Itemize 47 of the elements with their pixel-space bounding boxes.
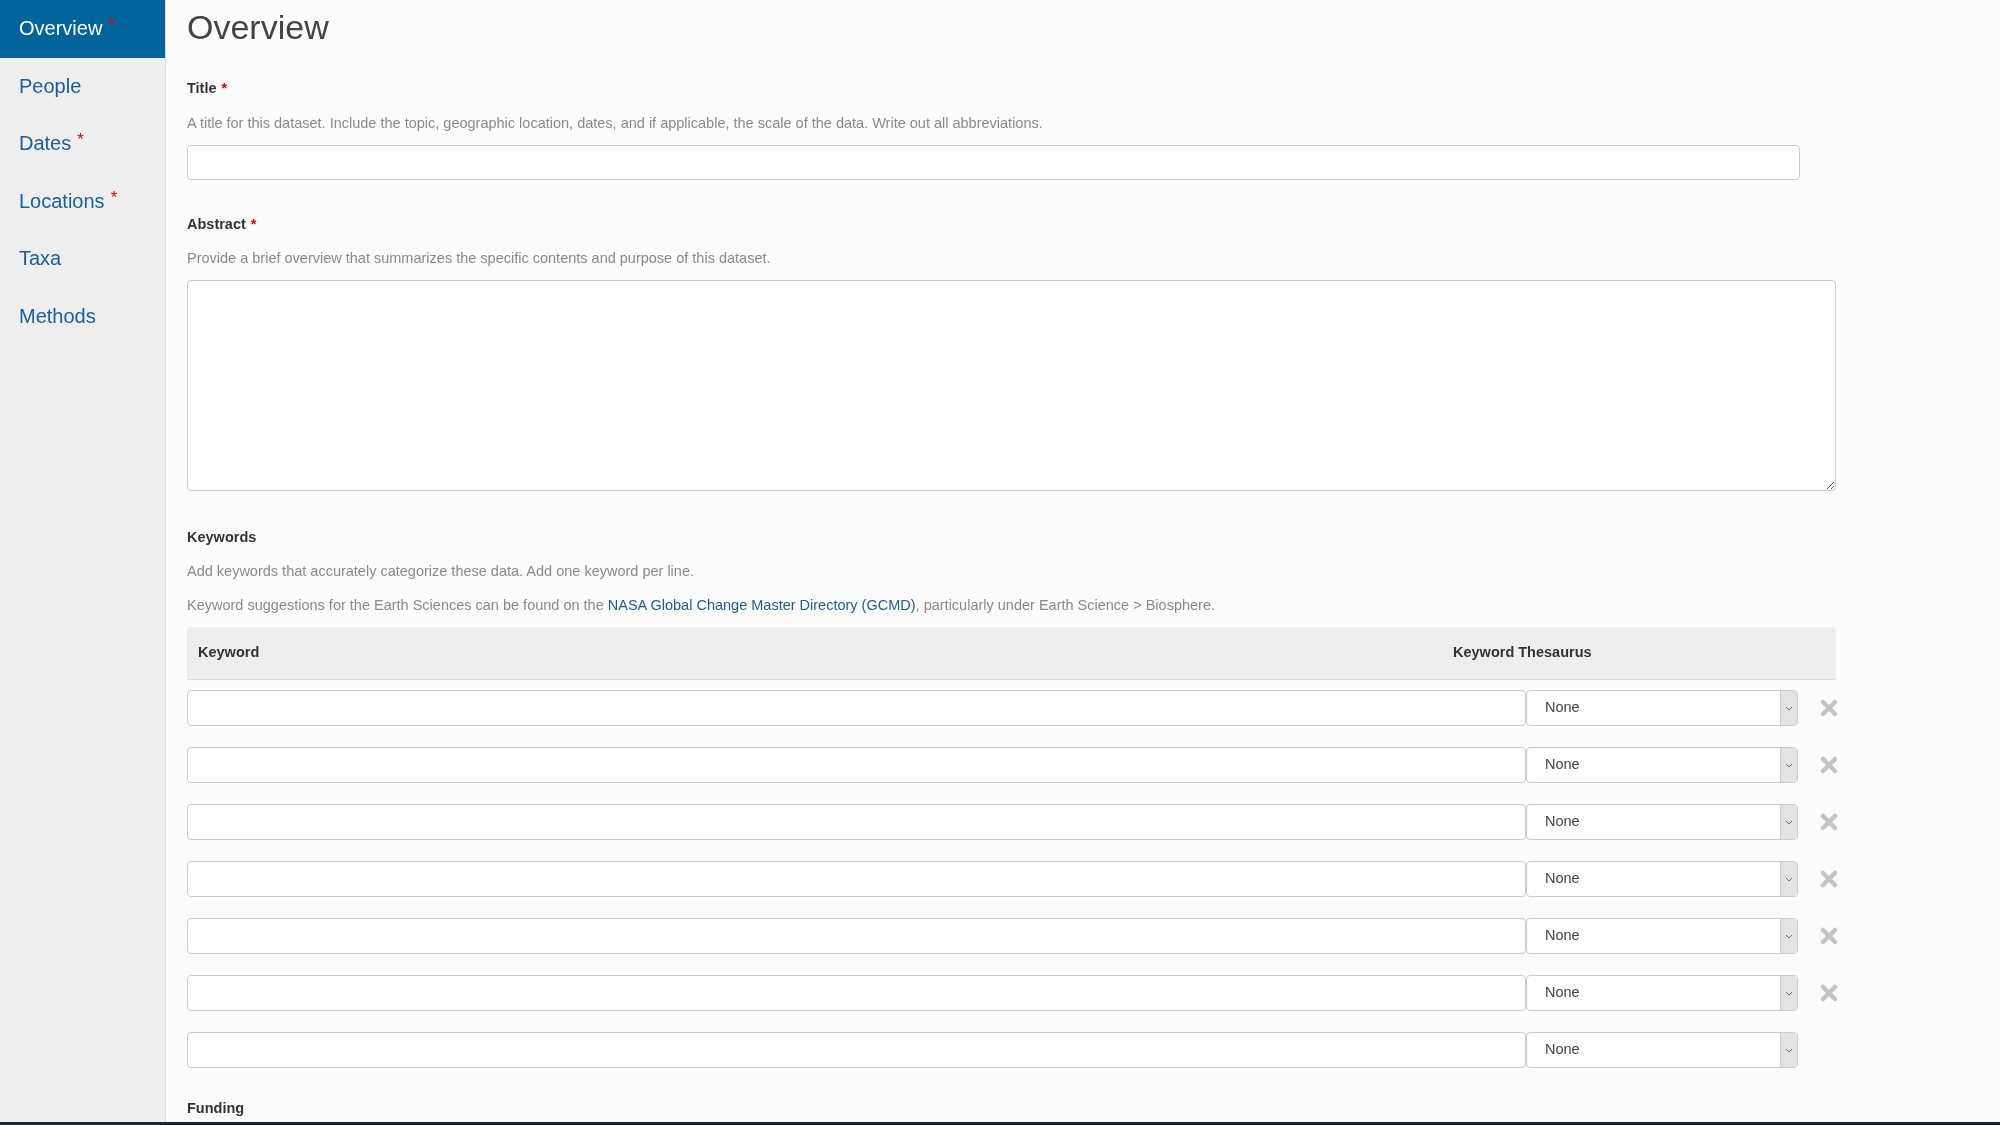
thesaurus-select[interactable]: None (1526, 747, 1798, 784)
sidebar-item[interactable]: Methods (0, 287, 165, 345)
help-text: Add keywords that accurately categorize these data. Add one keyword per line. (187, 561, 695, 581)
remove-button[interactable] (1820, 699, 1838, 718)
caret-icon (1785, 1047, 1793, 1053)
caret-icon (1785, 819, 1793, 825)
caret-icon (1785, 762, 1793, 768)
field-label: Abstract * (187, 214, 258, 234)
column-header: Keyword Thesaurus (1453, 643, 1592, 663)
thesaurus-select[interactable]: None (1526, 918, 1798, 955)
help-text: Provide a brief overview that summarizes the specific contents and purpose of this dataset. (187, 249, 772, 269)
sidebar-item[interactable]: Locations * (0, 172, 165, 230)
caret-icon (1785, 876, 1793, 882)
caret-icon (1785, 933, 1793, 939)
field-label: Keywords (187, 528, 258, 547)
sidebar-item[interactable]: People (0, 57, 165, 115)
thesaurus-select[interactable]: None (1526, 804, 1798, 841)
thesaurus-select[interactable]: None (1526, 690, 1798, 727)
remove-button[interactable] (1820, 927, 1838, 946)
caret-icon (1785, 990, 1793, 996)
keyword-input[interactable] (187, 804, 1526, 841)
thesaurus-select[interactable]: None (1526, 975, 1798, 1012)
field-label: Funding (187, 1099, 246, 1119)
keyword-input[interactable] (187, 747, 1526, 784)
sidebar-item[interactable]: Taxa (0, 230, 165, 288)
keyword-input[interactable] (187, 975, 1526, 1012)
remove-button[interactable] (1820, 813, 1838, 832)
page-heading: Overview (187, 7, 330, 48)
field-label: Title * (187, 79, 229, 98)
abstract-textarea[interactable] (187, 280, 1836, 491)
gcmd-link[interactable]: NASA Global Change Master Directory (GCMD) (607, 596, 916, 613)
caret-icon (1785, 705, 1793, 711)
sidebar-item[interactable]: Overview * (0, 0, 165, 58)
keyword-input[interactable] (187, 1032, 1526, 1069)
sidebar-item[interactable]: Dates * (0, 115, 165, 173)
keyword-input[interactable] (187, 918, 1526, 955)
title-input[interactable] (187, 144, 1800, 180)
remove-button[interactable] (1820, 984, 1838, 1003)
remove-button[interactable] (1820, 870, 1838, 889)
keyword-input[interactable] (187, 861, 1526, 898)
help-text: Keyword suggestions for the Earth Sciences can be found on the NASA Global Change Master Directory (GCMD), particularly under Earth Science > Biosphere. (187, 595, 1217, 615)
thesaurus-select[interactable]: None (1526, 861, 1798, 898)
remove-button[interactable] (1820, 756, 1838, 775)
keyword-input[interactable] (187, 690, 1526, 727)
thesaurus-select[interactable]: None (1526, 1032, 1798, 1069)
help-text: A title for this dataset. Include the topic, geographic location, dates, and if applicable, the scale of the data. Write out all abbreviations. (187, 113, 1044, 133)
column-header: Keyword (198, 643, 261, 663)
